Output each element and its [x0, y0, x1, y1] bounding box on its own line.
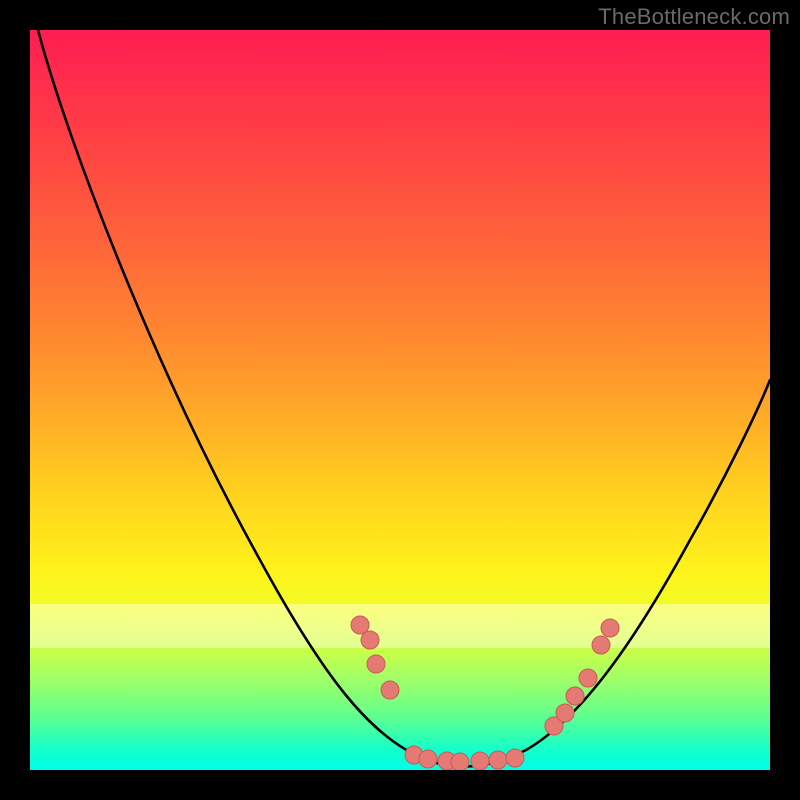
curve-marker: [361, 631, 379, 649]
chart-area: [30, 30, 770, 770]
curve-marker: [489, 751, 507, 769]
curve-marker: [381, 681, 399, 699]
curve-marker: [601, 619, 619, 637]
curve-marker: [419, 750, 437, 768]
curve-marker: [471, 752, 489, 770]
curve-markers: [351, 616, 619, 770]
curve-path: [38, 30, 770, 767]
curve-marker: [506, 749, 524, 767]
curve-marker: [579, 669, 597, 687]
page-frame: TheBottleneck.com: [0, 0, 800, 800]
curve-marker: [592, 636, 610, 654]
bottleneck-curve: [30, 30, 770, 770]
curve-marker: [556, 704, 574, 722]
curve-marker: [451, 753, 469, 770]
watermark-text: TheBottleneck.com: [598, 4, 790, 30]
curve-marker: [367, 655, 385, 673]
curve-marker: [566, 687, 584, 705]
